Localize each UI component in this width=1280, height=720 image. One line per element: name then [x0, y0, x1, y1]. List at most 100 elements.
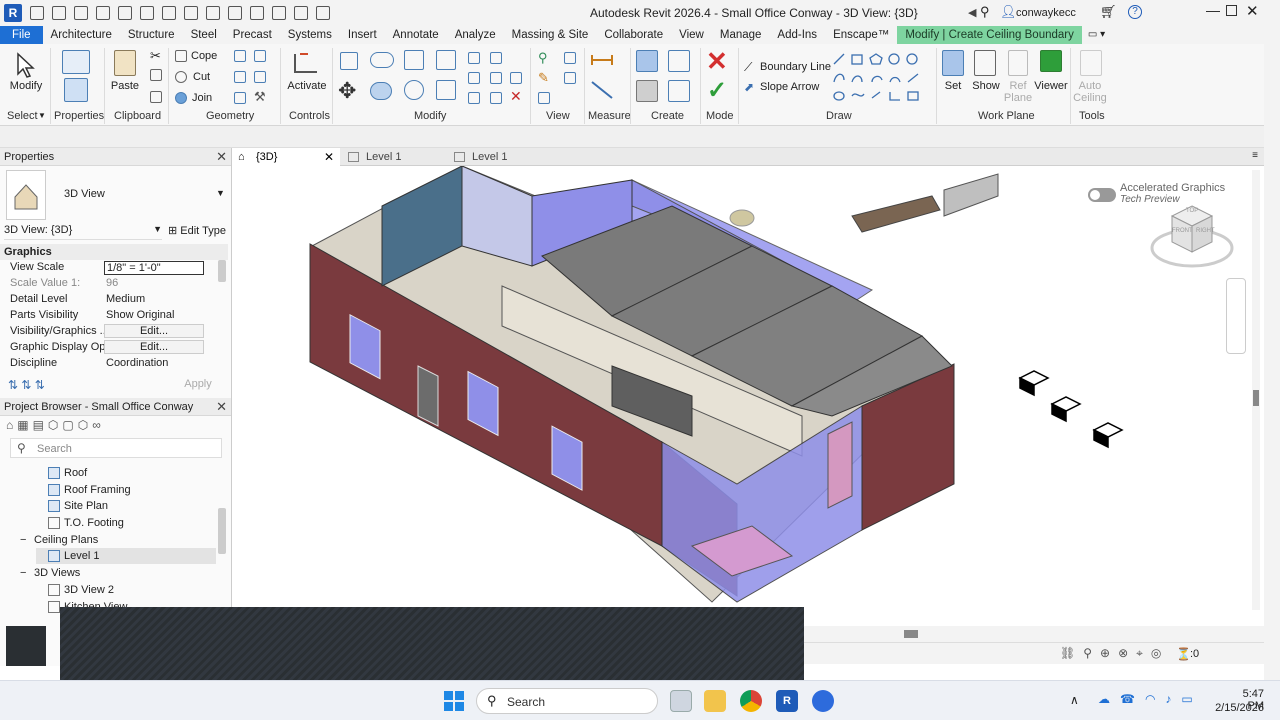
edit-type-button[interactable]: ⊞ Edit Type [168, 224, 226, 237]
hammer-icon[interactable]: ⚒ [254, 89, 266, 105]
tab-menu-icon[interactable]: ≡ [1252, 150, 1258, 161]
draw-tools-gallery[interactable] [830, 52, 930, 106]
group-graphics[interactable]: Graphics [0, 244, 228, 260]
cancel-edit-icon[interactable]: ✕ [706, 46, 728, 77]
paste-button[interactable]: Paste [108, 80, 142, 92]
copy-icon[interactable] [150, 69, 162, 81]
detail-level-value[interactable]: Medium [106, 293, 145, 305]
collapse-icon[interactable]: − [20, 534, 30, 546]
set-work-plane-icon[interactable] [942, 50, 964, 76]
create-assembly-icon[interactable] [636, 50, 658, 72]
taskbar-search[interactable]: ⚲ Search [476, 688, 658, 714]
tree-group-ceiling-plans[interactable]: − Ceiling Plans [20, 532, 98, 548]
tab-level-1[interactable]: Level 1 [342, 148, 446, 166]
user-icon[interactable]: 👤︎ [1000, 4, 1017, 20]
discipline-value[interactable]: Coordination [106, 357, 168, 369]
tab-steel[interactable]: Steel [183, 26, 225, 44]
measure-icon[interactable] [184, 6, 198, 20]
tray-icons[interactable]: ☁☎◠♪▭ [1098, 692, 1203, 706]
parts-visibility-value[interactable]: Show Original [106, 309, 174, 321]
cut-icon[interactable]: ✂ [150, 48, 161, 64]
collapse-icon[interactable]: − [20, 567, 30, 579]
sync-icon[interactable] [96, 6, 110, 20]
boundary-line-icon[interactable]: ⟋ [744, 60, 752, 75]
mirror-axis-icon[interactable] [404, 50, 424, 70]
wall-join-icon[interactable] [254, 50, 266, 62]
building-model[interactable] [232, 166, 1264, 626]
back-arrow-icon[interactable]: ◀ [968, 6, 976, 19]
slope-arrow-button[interactable]: Slope Arrow [760, 81, 819, 93]
tab-modify-create-ceiling-boundary[interactable]: Modify | Create Ceiling Boundary [897, 26, 1082, 44]
viewer-button[interactable]: Viewer [1032, 80, 1070, 92]
task-view-icon[interactable] [670, 690, 692, 712]
save-icon[interactable] [74, 6, 88, 20]
panel-modify[interactable]: Modify [414, 110, 446, 122]
split-face-icon[interactable] [234, 50, 246, 62]
tab-3d-view[interactable]: ⌂ {3D} ✕ [232, 148, 340, 166]
type-selector[interactable]: 3D View [64, 188, 105, 200]
linework-icon[interactable]: ✎ [538, 70, 549, 86]
tray-chevron-icon[interactable]: ∧ [1070, 693, 1079, 707]
tab-level-1-ceiling[interactable]: Level 1 [448, 148, 552, 166]
tree-item[interactable]: Site Plan [48, 498, 108, 514]
show-button[interactable]: Show [968, 80, 1004, 92]
windows-start-icon[interactable] [444, 691, 464, 711]
tree-item[interactable]: T.O. Footing [48, 515, 124, 531]
panel-toggle-icon[interactable]: ▭ ▾ [1082, 26, 1111, 44]
panel-geometry[interactable]: Geometry [206, 110, 254, 122]
show-work-plane-icon[interactable] [974, 50, 996, 76]
clock-date[interactable]: 2/15/2026 [1212, 702, 1264, 714]
split-icon[interactable] [468, 52, 480, 64]
panel-tools[interactable]: Tools [1079, 110, 1105, 122]
close-button[interactable]: ✕ [1246, 2, 1259, 20]
slope-arrow-icon[interactable]: ⬈ [744, 80, 754, 94]
hide-icon[interactable] [564, 52, 576, 64]
apply-button[interactable]: Apply [168, 376, 228, 392]
ref-plane-icon[interactable] [1008, 50, 1028, 76]
revit-taskbar-icon[interactable]: R [776, 690, 798, 712]
tab-systems[interactable]: Systems [280, 26, 340, 44]
section-icon[interactable] [272, 6, 286, 20]
cope-icon[interactable] [175, 50, 187, 62]
activate-button[interactable]: Activate [284, 80, 330, 92]
cart-icon[interactable]: 🛒︎ [1100, 4, 1117, 20]
close-hidden-icon[interactable] [294, 6, 308, 20]
tab-architecture[interactable]: Architecture [43, 26, 120, 44]
view-template-icon[interactable] [564, 72, 576, 84]
browser-scrollbar[interactable] [218, 508, 226, 554]
print-icon[interactable] [162, 6, 176, 20]
tab-analyze[interactable]: Analyze [447, 26, 504, 44]
tree-item[interactable]: 3D View 2 [48, 582, 114, 598]
tab-add-ins[interactable]: Add-Ins [769, 26, 825, 44]
vertical-scrollbar[interactable] [1252, 170, 1260, 610]
view-scale-input[interactable]: 1/8" = 1'-0" [104, 261, 204, 275]
tree-item[interactable]: Roof Framing [48, 482, 131, 498]
switch-windows-icon[interactable] [316, 6, 330, 20]
visibility-graphics-edit-button[interactable]: Edit... [104, 324, 204, 338]
3d-view-icon[interactable] [250, 6, 264, 20]
aligned-dimension-icon[interactable] [590, 80, 614, 100]
open-icon[interactable] [52, 6, 66, 20]
split-gap-icon[interactable] [490, 52, 502, 64]
align-icon[interactable] [340, 52, 358, 70]
pin-icon[interactable] [510, 72, 522, 84]
panel-work-plane[interactable]: Work Plane [978, 110, 1035, 122]
properties-icon[interactable] [64, 78, 88, 102]
finish-edit-icon[interactable]: ✓ [707, 76, 727, 105]
ref-plane-button[interactable]: Ref Plane [1002, 80, 1034, 104]
match-type-icon[interactable] [150, 91, 162, 103]
home-icon[interactable] [30, 6, 44, 20]
close-properties-button[interactable]: ✕ [216, 148, 227, 166]
close-browser-button[interactable]: ✕ [216, 398, 227, 416]
mirror-draw-icon[interactable] [436, 50, 456, 70]
trim-multiple-icon[interactable] [490, 92, 502, 104]
help-icon[interactable]: ? [1128, 5, 1142, 19]
paint-icon[interactable] [254, 71, 266, 83]
measure-between-icon[interactable] [590, 52, 614, 68]
panel-select[interactable]: Select [7, 110, 38, 122]
auto-ceiling-icon[interactable] [1080, 50, 1102, 76]
chrome-icon[interactable] [740, 690, 762, 712]
viewer-icon[interactable] [1040, 50, 1062, 72]
rotate-icon[interactable] [404, 80, 424, 100]
set-button[interactable]: Set [938, 80, 968, 92]
